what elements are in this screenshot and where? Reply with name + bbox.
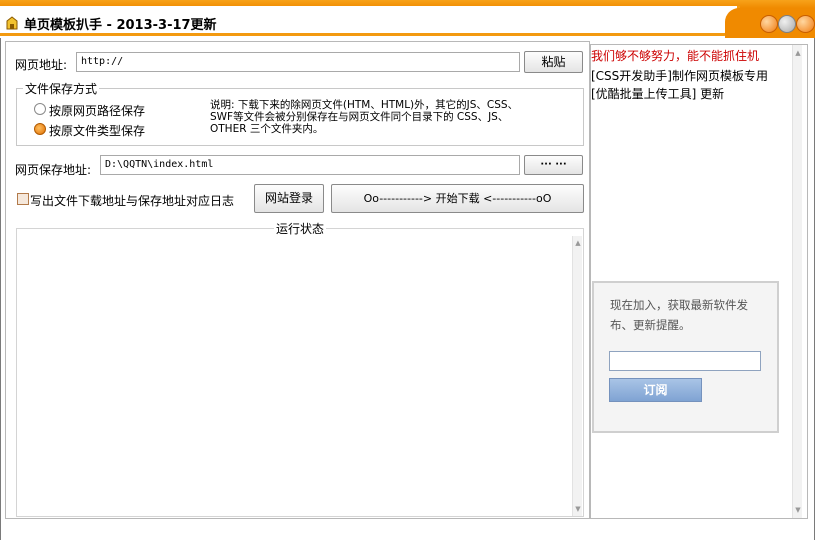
app-icon — [6, 16, 18, 30]
log-checkbox-label[interactable]: 写出文件下载地址与保存地址对应日志 — [30, 192, 234, 209]
save-path-input[interactable]: D:\QQTN\index.html — [100, 155, 520, 175]
minimize-button[interactable] — [760, 15, 778, 33]
radio-file-type-label[interactable]: 按原文件类型保存 — [49, 122, 145, 139]
scroll-up-arrow-icon[interactable]: ▲ — [573, 239, 583, 247]
maximize-button[interactable] — [778, 15, 796, 33]
site-login-button[interactable]: 网站登录 — [254, 184, 324, 213]
subscribe-box: 现在加入，获取最新软件发布、更新提醒。 订阅 — [592, 281, 779, 433]
subscribe-text: 现在加入，获取最新软件发布、更新提醒。 — [610, 298, 748, 332]
scroll-down-arrow-icon[interactable]: ▼ — [573, 505, 583, 513]
save-mode-legend: 文件保存方式 — [23, 80, 100, 97]
sidebar-scrollbar[interactable]: ▲ ▼ — [792, 45, 802, 518]
subscribe-email-input[interactable] — [609, 351, 761, 371]
start-download-button[interactable]: Oo-----------> 开始下载 <-----------oO — [331, 184, 584, 213]
save-note-line-2: SWF等文件会被分别保存在与网页文件同个目录下的 CSS、JS、 — [210, 111, 509, 123]
close-button[interactable] — [796, 15, 815, 33]
save-note-line-3: OTHER 三个文件夹内。 — [210, 123, 324, 135]
status-group — [16, 228, 584, 517]
paste-button[interactable]: 粘贴 — [524, 51, 583, 73]
sidebar-link-news[interactable]: 我们够不够努力，能不能抓住机 — [591, 47, 759, 64]
sidebar-link-youku[interactable]: [优酷批量上传工具] 更新 — [591, 85, 724, 102]
log-checkbox[interactable] — [17, 193, 29, 205]
save-path-label: 网页保存地址: — [15, 163, 92, 177]
sidebar-scroll-down-icon[interactable]: ▼ — [793, 506, 803, 514]
status-scrollbar[interactable]: ▲ ▼ — [572, 236, 582, 516]
window-title: 单页模板扒手 - 2013-3-17更新 — [24, 18, 217, 33]
radio-file-type[interactable] — [34, 123, 46, 135]
url-label: 网页地址: — [15, 58, 68, 72]
subscribe-button[interactable]: 订阅 — [609, 378, 702, 402]
url-input[interactable]: http:// — [76, 52, 520, 72]
radio-original-path[interactable] — [34, 103, 46, 115]
radio-original-path-label[interactable]: 按原网页路径保存 — [49, 102, 145, 119]
sidebar-scroll-up-icon[interactable]: ▲ — [793, 49, 803, 57]
status-legend: 运行状态 — [274, 220, 327, 237]
save-note-line-1: 说明: 下载下来的除网页文件(HTM、HTML)外，其它的JS、CSS、 — [210, 99, 519, 111]
sidebar-link-css-helper[interactable]: [CSS开发助手]制作网页模板专用 — [591, 67, 768, 84]
browse-button[interactable]: ··· ··· — [524, 155, 583, 175]
title-bar[interactable]: 单页模板扒手 - 2013-3-17更新 — [0, 0, 815, 40]
